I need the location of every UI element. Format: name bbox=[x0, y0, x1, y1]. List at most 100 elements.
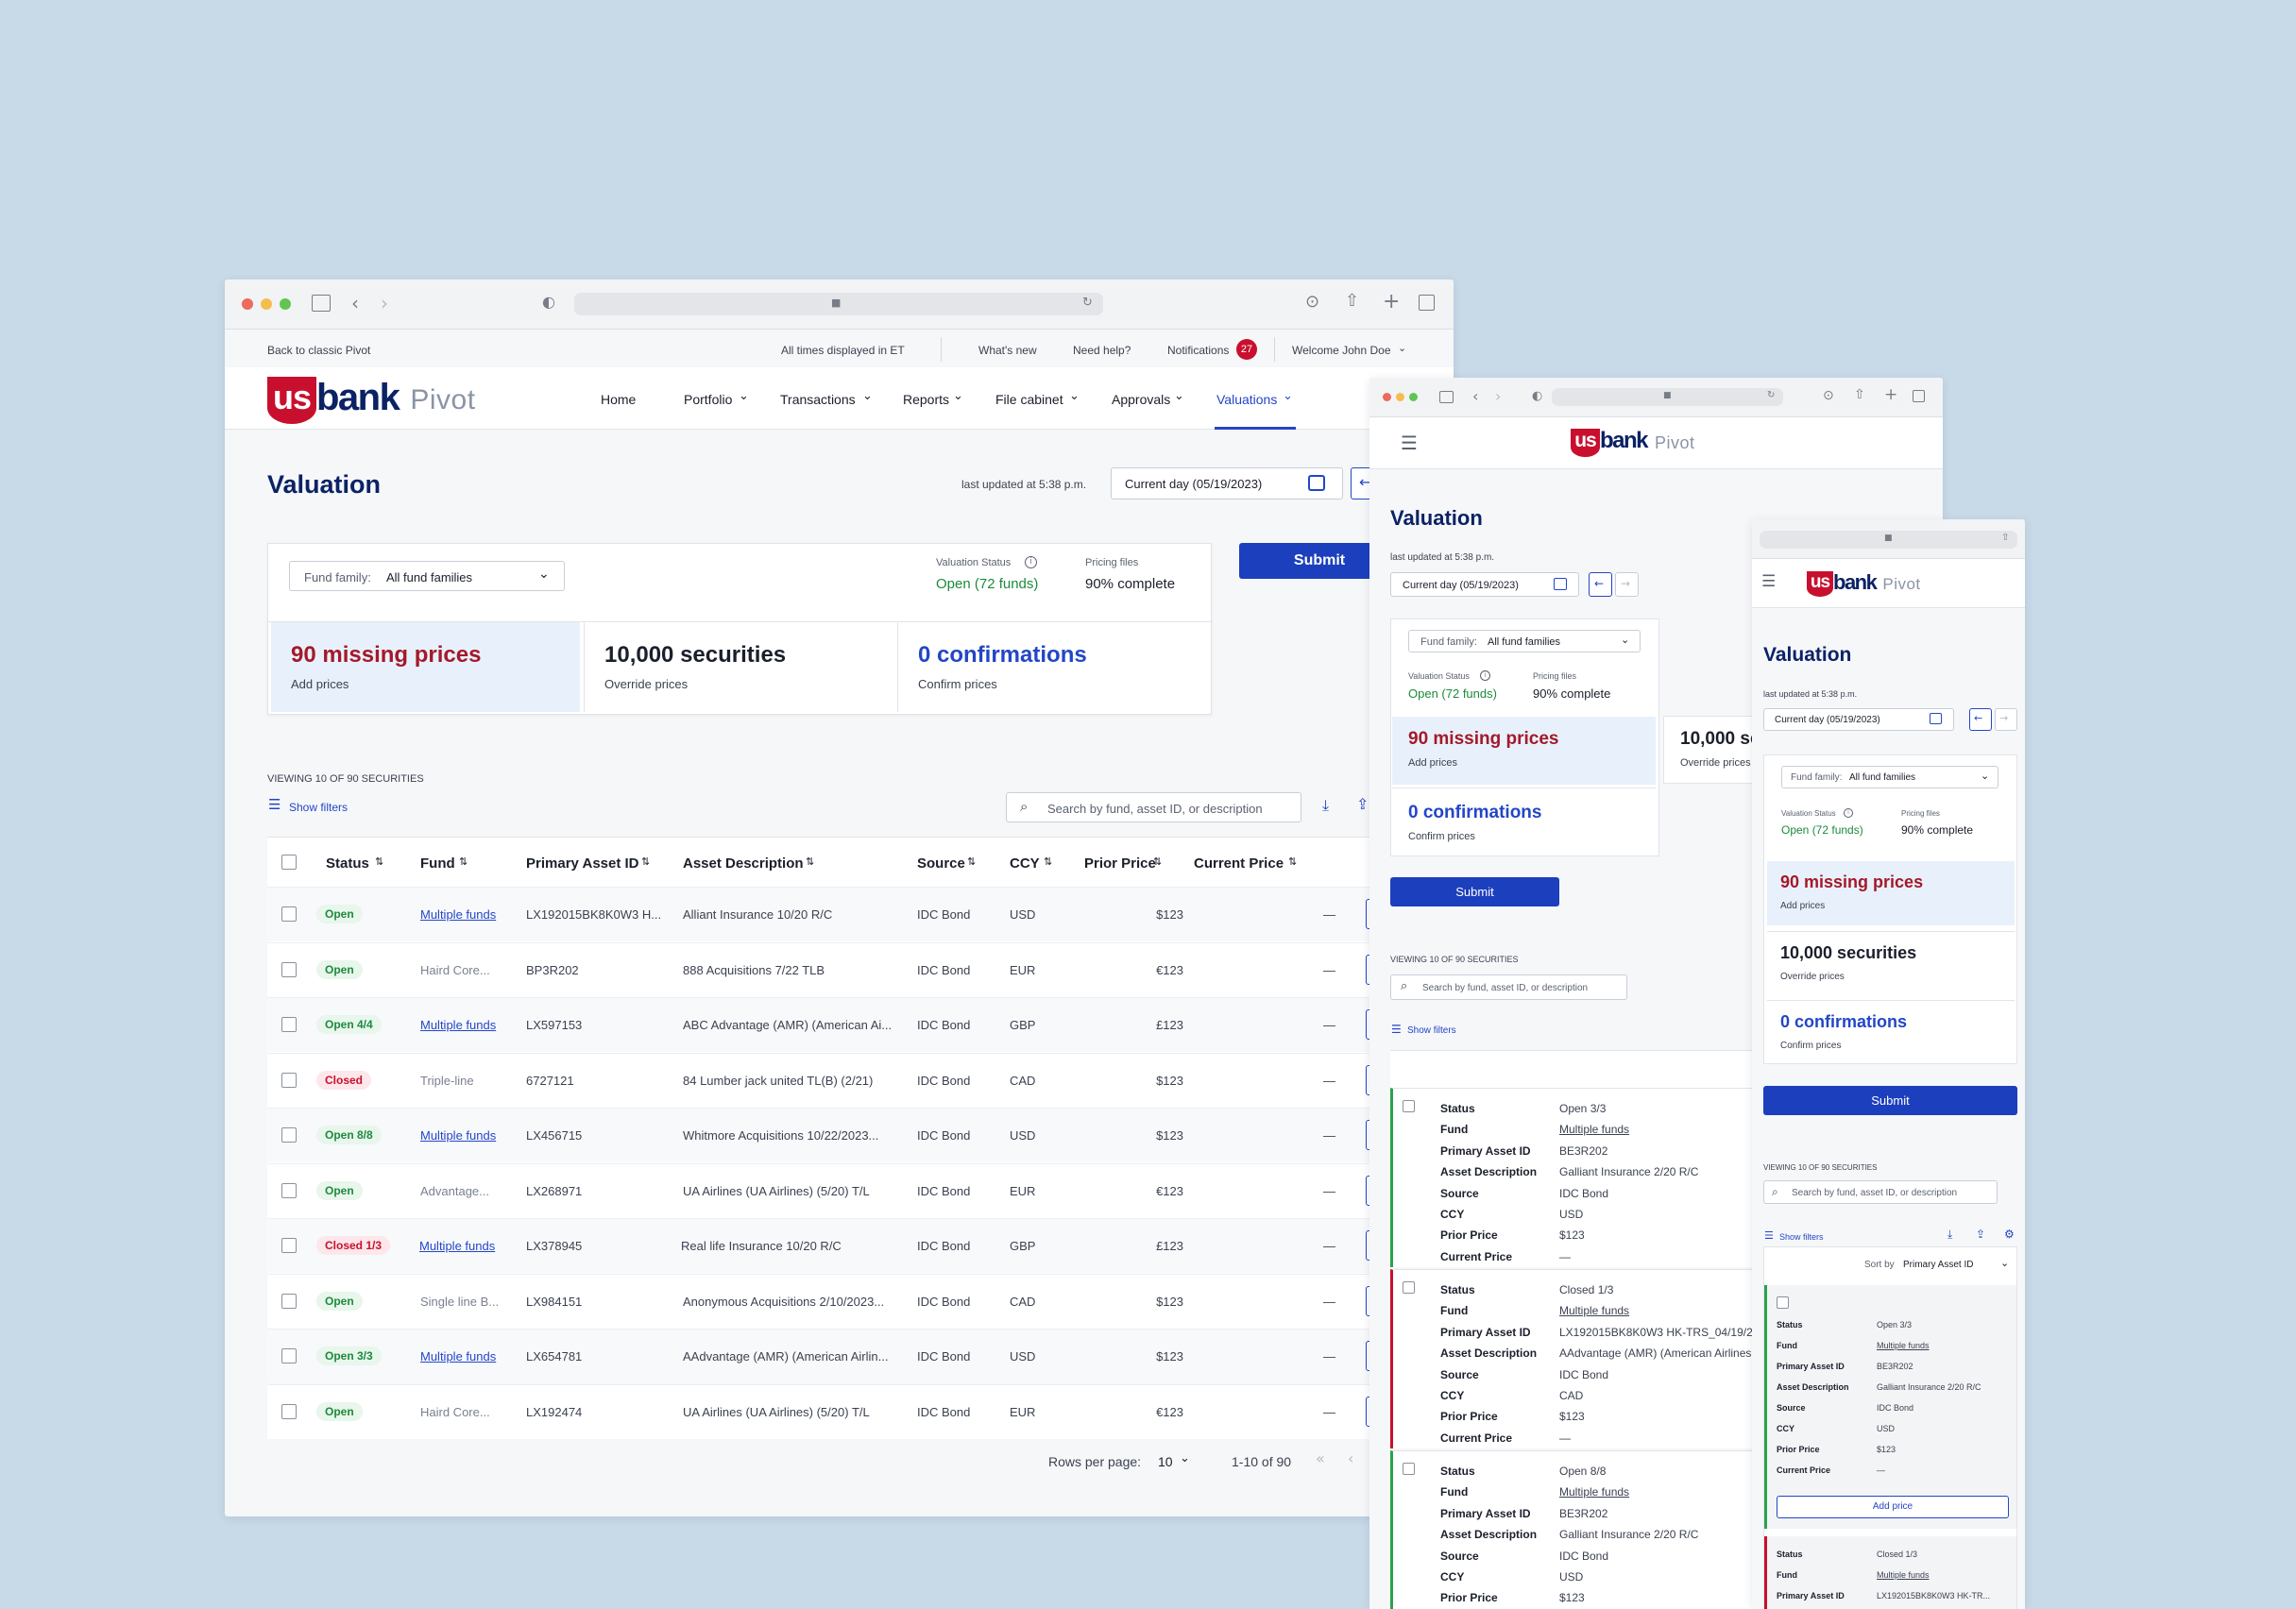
card-missing-prices[interactable]: 90 missing prices Add prices bbox=[1767, 861, 2015, 925]
export-icon[interactable]: ⇪ bbox=[1356, 797, 1369, 812]
record-checkbox[interactable] bbox=[1403, 1100, 1415, 1112]
minimize-dot[interactable] bbox=[261, 298, 272, 310]
sort-icon[interactable]: ⇅ bbox=[1288, 856, 1297, 867]
hamburger-menu-icon[interactable]: ☰ bbox=[1401, 433, 1418, 452]
record-checkbox[interactable] bbox=[1403, 1281, 1415, 1294]
sort-icon[interactable]: ⇅ bbox=[967, 856, 976, 867]
nav-file-cabinet[interactable]: File cabinet bbox=[995, 392, 1063, 407]
download-icon[interactable]: ⤓ bbox=[1322, 798, 1329, 813]
nav-transactions[interactable]: Transactions bbox=[780, 392, 856, 407]
calendar-icon[interactable] bbox=[1930, 713, 1942, 724]
back-to-classic-link[interactable]: Back to classic Pivot bbox=[267, 344, 370, 357]
sort-icon[interactable]: ⇅ bbox=[375, 856, 383, 867]
calendar-icon[interactable] bbox=[1554, 578, 1567, 590]
chevron-down-icon[interactable]: ⌄ bbox=[2000, 1258, 2009, 1268]
fund-family-select[interactable]: Fund family: All fund families ⌄ bbox=[289, 561, 565, 591]
welcome-menu[interactable]: Welcome John Doe bbox=[1292, 344, 1391, 357]
search-input[interactable]: ⌕ Search by fund, asset ID, or descripti… bbox=[1390, 974, 1627, 1000]
info-icon[interactable]: i bbox=[1480, 670, 1490, 681]
show-filters-link[interactable]: Show filters bbox=[1779, 1232, 1824, 1242]
maximize-dot[interactable] bbox=[1409, 393, 1418, 401]
col-fund[interactable]: Fund bbox=[420, 855, 455, 872]
sort-icon[interactable]: ⇅ bbox=[641, 856, 650, 867]
sidebar-icon[interactable] bbox=[1439, 391, 1454, 403]
submit-button[interactable]: Submit bbox=[1763, 1086, 2017, 1115]
chevron-down-icon[interactable]: ⌄ bbox=[1180, 1452, 1190, 1465]
date-picker[interactable]: Current day (05/19/2023) bbox=[1390, 572, 1579, 597]
sidebar-icon[interactable] bbox=[312, 295, 331, 312]
calendar-icon[interactable] bbox=[1308, 475, 1325, 491]
col-status[interactable]: Status bbox=[326, 855, 369, 872]
fund-link[interactable]: Multiple funds bbox=[420, 1018, 496, 1032]
filter-icon[interactable]: ☰ bbox=[1764, 1230, 1774, 1241]
add-price-button[interactable]: Add price bbox=[1777, 1496, 2009, 1518]
reload-icon[interactable]: ↻ bbox=[1082, 296, 1093, 309]
nav-valuations[interactable]: Valuations bbox=[1216, 392, 1277, 407]
sort-icon[interactable]: ⇅ bbox=[1153, 856, 1162, 867]
nav-approvals[interactable]: Approvals bbox=[1112, 392, 1170, 407]
address-bar[interactable]: ■ ↻ bbox=[1552, 388, 1783, 406]
show-filters-link[interactable]: Show filters bbox=[289, 801, 348, 814]
row-checkbox[interactable] bbox=[281, 1348, 297, 1363]
usbank-pivot-logo[interactable]: us bank Pivot bbox=[1571, 429, 1695, 457]
show-filters-link[interactable]: Show filters bbox=[1407, 1025, 1456, 1036]
row-checkbox[interactable] bbox=[281, 906, 297, 922]
prev-day-button[interactable]: ← bbox=[1589, 572, 1612, 597]
value-fund-link[interactable]: Multiple funds bbox=[1877, 1341, 1930, 1350]
tabs-icon[interactable] bbox=[1419, 295, 1435, 311]
row-checkbox[interactable] bbox=[281, 961, 297, 977]
col-asset-description[interactable]: Asset Description bbox=[683, 855, 804, 872]
back-icon[interactable]: ‹ bbox=[351, 294, 359, 313]
address-bar[interactable]: ■ ⇧ bbox=[1760, 531, 2017, 549]
search-input[interactable]: ⌕ Search by fund, asset ID, or descripti… bbox=[1763, 1180, 1998, 1204]
col-current-price[interactable]: Current Price bbox=[1194, 855, 1284, 872]
date-picker[interactable]: Current day (05/19/2023) bbox=[1111, 467, 1343, 500]
row-checkbox[interactable] bbox=[281, 1238, 297, 1253]
settings-gear-icon[interactable]: ⚙ bbox=[2004, 1228, 2015, 1240]
fund-family-select[interactable]: Fund family: All fund families ⌄ bbox=[1408, 630, 1641, 652]
submit-button[interactable]: Submit bbox=[1390, 877, 1559, 906]
col-prior-price[interactable]: Prior Price bbox=[1084, 855, 1156, 872]
value-fund-link[interactable]: Multiple funds bbox=[1559, 1485, 1629, 1499]
minimize-dot[interactable] bbox=[1396, 393, 1404, 401]
sort-icon[interactable]: ⇅ bbox=[806, 856, 814, 867]
card-confirmations[interactable]: 0 confirmations Confirm prices bbox=[1767, 1000, 2015, 1062]
back-icon[interactable]: ‹ bbox=[1472, 389, 1478, 404]
prev-page-icon[interactable]: ‹ bbox=[1348, 1451, 1353, 1466]
row-checkbox[interactable] bbox=[281, 1293, 297, 1309]
need-help-link[interactable]: Need help? bbox=[1073, 344, 1131, 357]
card-securities[interactable]: 10,000 securities Override prices bbox=[584, 622, 895, 712]
whats-new-link[interactable]: What's new bbox=[978, 344, 1037, 357]
rows-per-page-select[interactable]: 10 bbox=[1158, 1454, 1173, 1469]
col-primary-asset-id[interactable]: Primary Asset ID bbox=[526, 855, 639, 872]
card-securities[interactable]: 10,000 securities Override prices bbox=[1767, 931, 2015, 995]
value-fund-link[interactable]: Multiple funds bbox=[1559, 1304, 1629, 1317]
forward-icon[interactable]: › bbox=[1495, 389, 1501, 404]
close-dot[interactable] bbox=[1383, 393, 1391, 401]
row-checkbox[interactable] bbox=[281, 1072, 297, 1088]
card-confirmations[interactable]: 0 confirmations Confirm prices bbox=[1392, 788, 1656, 855]
record-checkbox[interactable] bbox=[1403, 1463, 1415, 1475]
usbank-pivot-logo[interactable]: us bank Pivot bbox=[267, 377, 476, 424]
next-day-button[interactable]: → bbox=[1995, 708, 2017, 731]
forward-icon[interactable]: › bbox=[381, 294, 388, 313]
notifications-link[interactable]: Notifications bbox=[1167, 344, 1229, 357]
fund-link[interactable]: Multiple funds bbox=[419, 1239, 495, 1253]
col-ccy[interactable]: CCY bbox=[1010, 855, 1040, 872]
value-fund-link[interactable]: Multiple funds bbox=[1877, 1570, 1930, 1580]
sort-icon[interactable]: ⇅ bbox=[1044, 856, 1052, 867]
reload-icon[interactable]: ↻ bbox=[1767, 391, 1775, 400]
card-missing-prices[interactable]: 90 missing prices Add prices bbox=[271, 622, 580, 712]
filter-icon[interactable]: ☰ bbox=[1391, 1024, 1402, 1035]
filter-icon[interactable]: ☰ bbox=[268, 798, 281, 812]
fund-link[interactable]: Multiple funds bbox=[420, 907, 496, 922]
address-bar[interactable]: ■ ↻ bbox=[574, 293, 1103, 315]
next-day-button[interactable]: → bbox=[1615, 572, 1639, 597]
record-checkbox[interactable] bbox=[1777, 1296, 1789, 1309]
fund-link[interactable]: Multiple funds bbox=[420, 1128, 496, 1143]
date-picker[interactable]: Current day (05/19/2023) bbox=[1763, 708, 1954, 731]
share-icon[interactable]: ⇧ bbox=[2001, 534, 2009, 543]
download-icon[interactable]: ⤓ bbox=[1947, 1228, 1952, 1240]
download-icon[interactable]: ⊙ bbox=[1305, 294, 1319, 311]
share-icon[interactable]: ⇧ bbox=[1345, 293, 1359, 310]
